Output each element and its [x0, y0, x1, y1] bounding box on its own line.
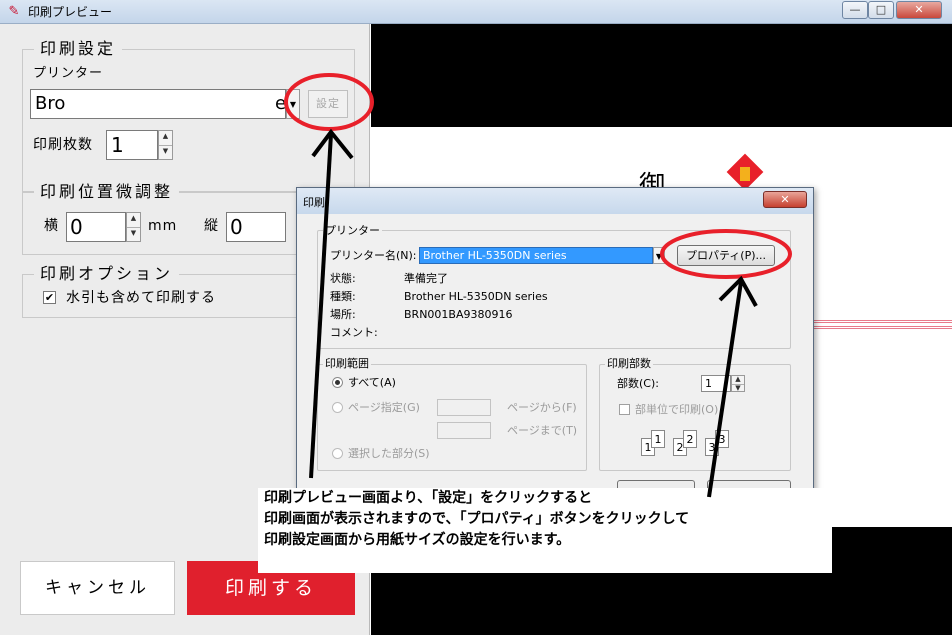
- highlight-circle-settings: [284, 73, 374, 131]
- annotation-overlay: [284, 73, 792, 498]
- highlight-circle-properties: [660, 229, 792, 279]
- arrow-to-properties: [707, 281, 743, 498]
- arrow-head-icon: [311, 128, 354, 160]
- arrow-to-settings: [309, 133, 333, 479]
